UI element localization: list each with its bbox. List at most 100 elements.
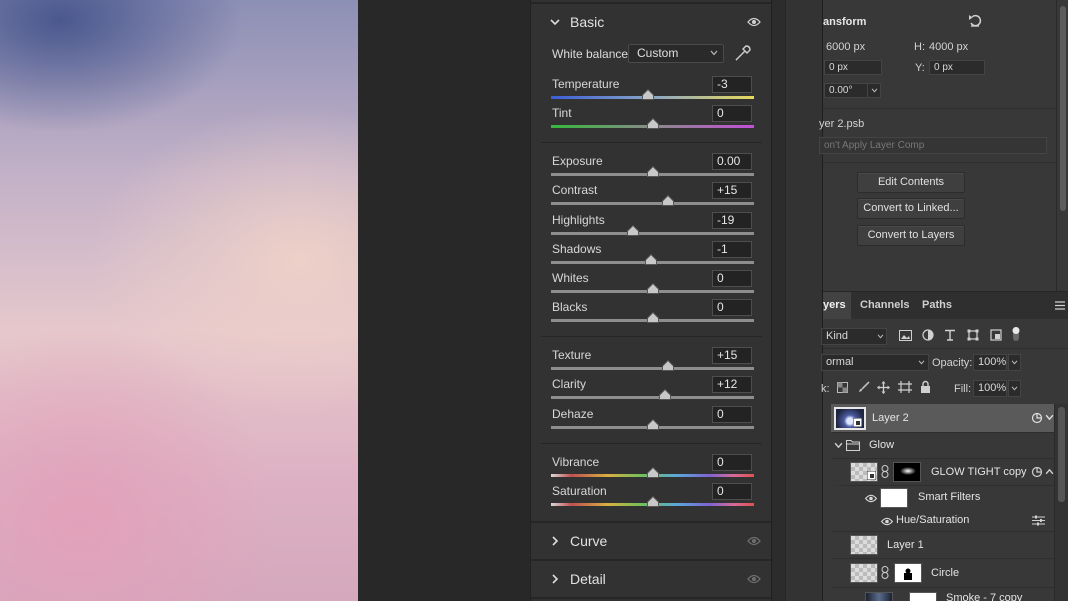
whites-value-field[interactable]: 0 (712, 270, 752, 287)
chevron-down-icon (550, 19, 560, 26)
layer-mask-thumbnail[interactable] (894, 563, 922, 583)
exposure-slider-thumb[interactable] (646, 166, 659, 177)
layer-row-layer-1[interactable]: Layer 1 (831, 532, 1054, 559)
height-label: H: (914, 41, 925, 53)
curve-section-header[interactable]: Curve (531, 523, 772, 559)
angle-dropdown[interactable] (867, 83, 881, 98)
eye-icon[interactable] (747, 574, 761, 584)
x-field[interactable]: 0 px (824, 60, 882, 75)
layer-effects-icon[interactable] (1031, 466, 1043, 478)
edit-contents-button[interactable]: Edit Contents (857, 172, 965, 193)
artboard-lock-icon[interactable] (898, 381, 912, 393)
link-icon[interactable] (881, 465, 889, 478)
link-icon[interactable] (881, 566, 889, 579)
vibrance-slider-thumb[interactable] (646, 467, 659, 478)
brush-lock-icon[interactable] (858, 381, 870, 393)
saturation-slider-thumb[interactable] (646, 496, 659, 507)
type-filter-icon[interactable] (944, 329, 956, 341)
scroll-thumb[interactable] (1060, 6, 1066, 211)
dehaze-slider-thumb[interactable] (646, 419, 659, 430)
convert-to-linked-button[interactable]: Convert to Linked... (857, 198, 965, 219)
blacks-slider-thumb[interactable] (646, 312, 659, 323)
document-canvas[interactable] (0, 0, 358, 601)
white-balance-select[interactable]: Custom (628, 44, 724, 63)
filter-options-icon[interactable] (1032, 515, 1045, 526)
width-value[interactable]: 6000 px (826, 41, 865, 53)
y-field[interactable]: 0 px (929, 60, 985, 75)
opacity-dropdown[interactable] (1008, 354, 1021, 371)
height-value[interactable]: 4000 px (929, 41, 968, 53)
dehaze-value-field[interactable]: 0 (712, 406, 752, 423)
chevron-up-icon[interactable] (1045, 467, 1054, 476)
shape-filter-icon[interactable] (967, 329, 979, 341)
layer-row-layer-2[interactable]: Layer 2 (831, 404, 1054, 433)
contrast-value-field[interactable]: +15 (712, 182, 752, 199)
layer-mask-thumbnail[interactable] (909, 592, 937, 601)
fill-dropdown[interactable] (1008, 380, 1021, 397)
chevron-right-icon (552, 574, 559, 584)
properties-scrollbar[interactable] (1056, 0, 1068, 291)
tint-value-field[interactable]: 0 (712, 105, 752, 122)
convert-to-layers-button[interactable]: Convert to Layers (857, 225, 965, 246)
layer-row-glow-tight-copy[interactable]: GLOW TIGHT copy (831, 459, 1054, 486)
layer-comp-select[interactable]: on't Apply Layer Comp (819, 137, 1047, 154)
blacks-value-field[interactable]: 0 (712, 299, 752, 316)
temperature-slider-thumb[interactable] (642, 89, 655, 100)
chevron-down-icon[interactable] (834, 441, 843, 450)
layer-row-circle[interactable]: Circle (831, 559, 1054, 588)
layer-row-hue-saturation[interactable]: Hue/Saturation (831, 510, 1054, 532)
clarity-slider-thumb[interactable] (658, 389, 671, 400)
eyedropper-icon[interactable] (734, 44, 752, 62)
move-lock-icon[interactable] (877, 381, 890, 394)
whites-slider-thumb[interactable] (646, 283, 659, 294)
layers-scrollbar[interactable] (1054, 404, 1068, 601)
texture-slider-track[interactable] (551, 367, 754, 370)
tint-slider-thumb[interactable] (646, 118, 659, 129)
filter-mask-thumbnail[interactable] (880, 488, 908, 508)
texture-value-field[interactable]: +15 (712, 347, 752, 364)
texture-slider-thumb[interactable] (661, 360, 674, 371)
eye-icon[interactable] (747, 17, 761, 27)
lock-transparent-icon[interactable] (837, 382, 848, 393)
fill-field[interactable]: 100% (973, 380, 1007, 397)
tab-layers[interactable]: yers (823, 292, 851, 319)
eye-icon[interactable] (880, 517, 894, 526)
contrast-slider-track[interactable] (551, 202, 754, 205)
camera-raw-scrollbar[interactable] (771, 0, 785, 601)
adjustment-filter-icon[interactable] (922, 329, 934, 341)
layer-row-smoke-7-copy[interactable]: Smoke - 7 copy (831, 588, 1054, 601)
chevron-down-icon[interactable] (1045, 413, 1054, 422)
scroll-thumb[interactable] (1058, 407, 1065, 502)
highlights-slider-track[interactable] (551, 232, 754, 235)
smart-object-filter-icon[interactable] (990, 329, 1002, 341)
tab-paths[interactable]: Paths (922, 292, 952, 319)
layer-mask-thumbnail[interactable] (893, 462, 921, 482)
layer-row-smart-filters[interactable]: Smart Filters (831, 486, 1054, 510)
detail-section-header[interactable]: Detail (531, 561, 772, 597)
clarity-slider-track[interactable] (551, 396, 754, 399)
highlights-slider-thumb[interactable] (627, 225, 640, 236)
opacity-field[interactable]: 100% (973, 354, 1007, 371)
temperature-value-field[interactable]: -3 (712, 76, 752, 93)
contrast-slider-thumb[interactable] (661, 195, 674, 206)
curve-section-title: Curve (570, 533, 608, 549)
filter-toggle-icon[interactable] (1011, 326, 1021, 342)
eye-icon[interactable] (747, 536, 761, 546)
highlights-value-field[interactable]: -19 (712, 212, 752, 229)
panel-menu-icon[interactable] (1055, 301, 1065, 310)
shadows-slider-thumb[interactable] (645, 254, 658, 265)
reset-icon[interactable] (968, 14, 982, 28)
blend-mode-select[interactable]: ormal (821, 354, 929, 371)
pixel-filter-icon[interactable] (899, 330, 912, 341)
layer-row-glow-group[interactable]: Glow (831, 433, 1054, 459)
basic-section-header[interactable]: Basic (531, 4, 772, 40)
lock-all-icon[interactable] (920, 380, 931, 393)
layer-effects-icon[interactable] (1031, 412, 1043, 424)
eye-icon[interactable] (864, 494, 878, 503)
shadows-value-field[interactable]: -1 (712, 241, 752, 258)
exposure-value-field[interactable]: 0.00 (712, 153, 752, 170)
tab-channels[interactable]: Channels (860, 292, 910, 319)
vibrance-value-field[interactable]: 0 (712, 454, 752, 471)
saturation-value-field[interactable]: 0 (712, 483, 752, 500)
clarity-value-field[interactable]: +12 (712, 376, 752, 393)
